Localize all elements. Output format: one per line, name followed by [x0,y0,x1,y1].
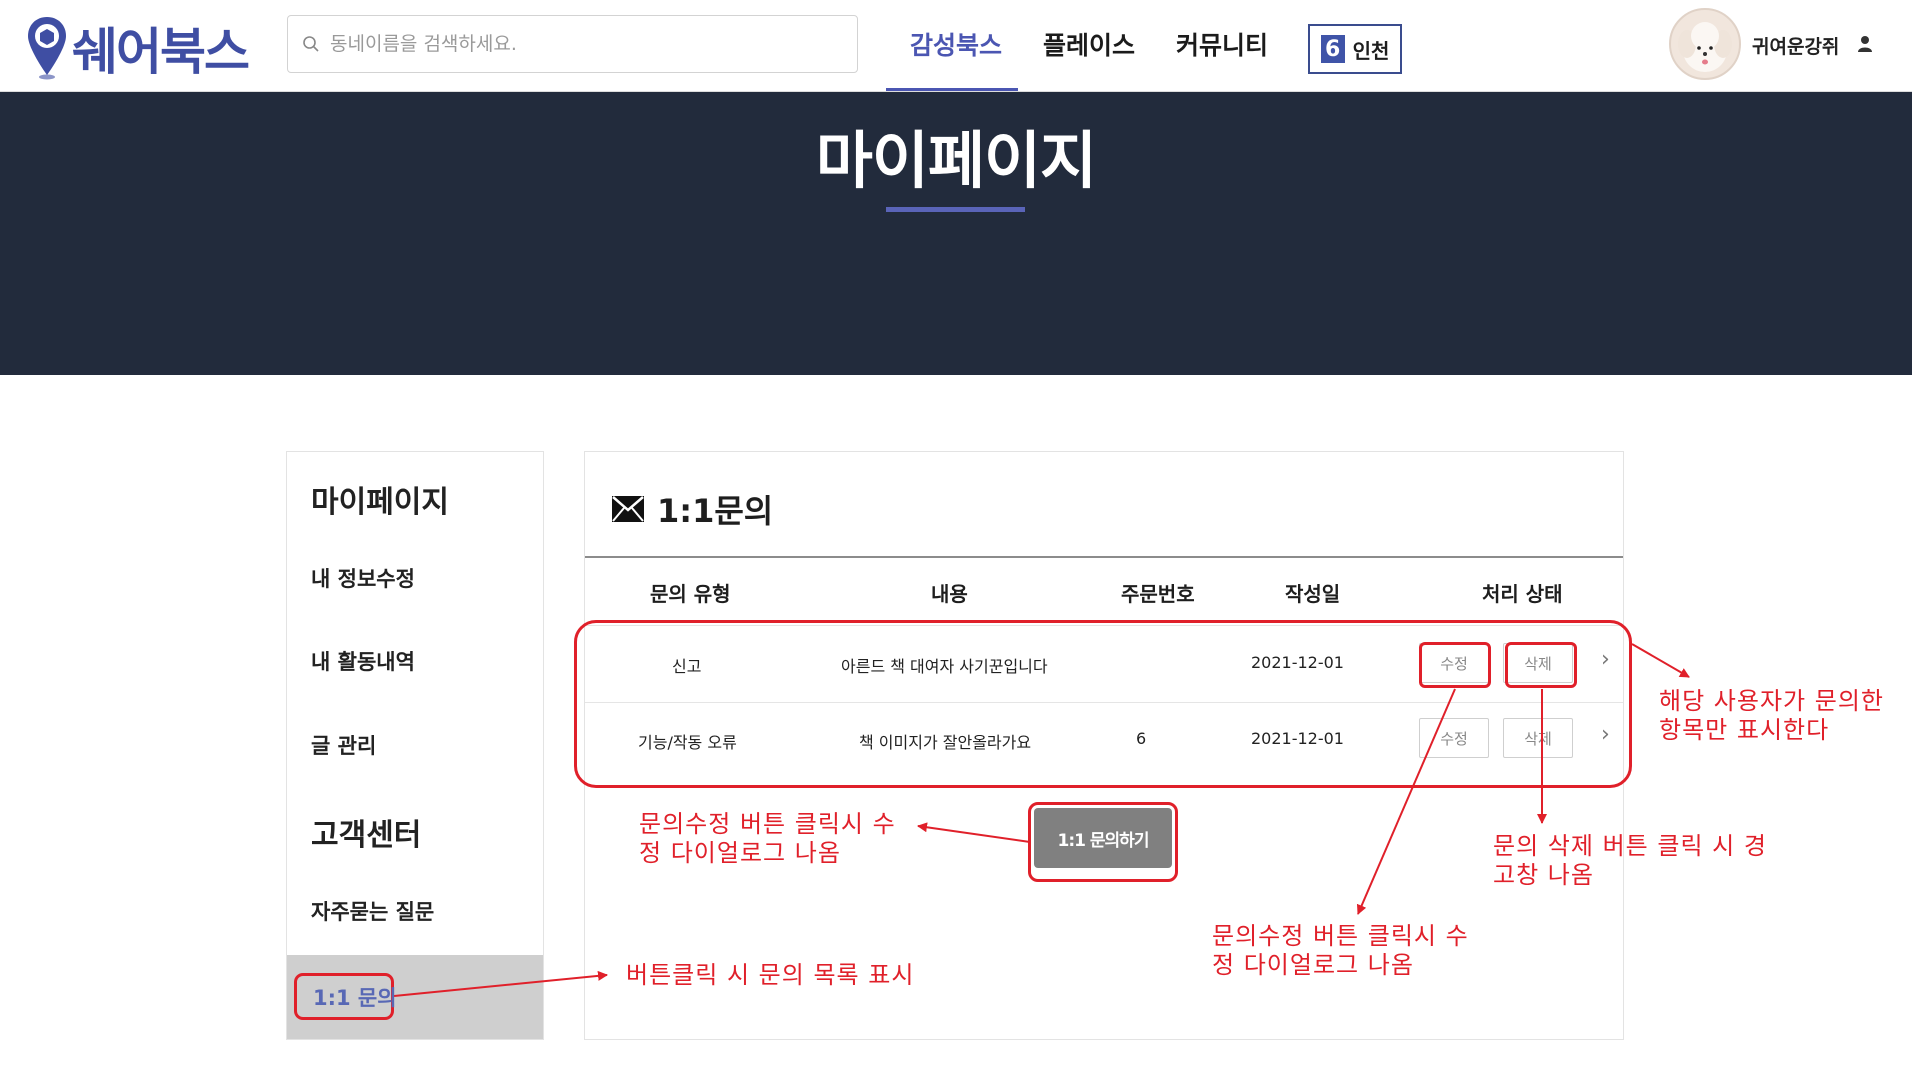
sidebar-item-inquiry-label: 1:1 문의 [313,986,397,1010]
annotation-delete: 문의 삭제 버튼 클릭 시 경 고창 나옴 [1493,832,1767,889]
annotation-menu: 버튼클릭 시 문의 목록 표시 [626,961,915,989]
annotation-arrows [393,643,1690,997]
annotation-rows: 해당 사용자가 문의한 항목만 표시한다 [1659,687,1884,744]
annotation-ask: 문의수정 버튼 클릭시 수 정 다이얼로그 나옴 [639,810,896,867]
annotation-edit: 문의수정 버튼 클릭시 수 정 다이얼로그 나옴 [1212,922,1469,979]
